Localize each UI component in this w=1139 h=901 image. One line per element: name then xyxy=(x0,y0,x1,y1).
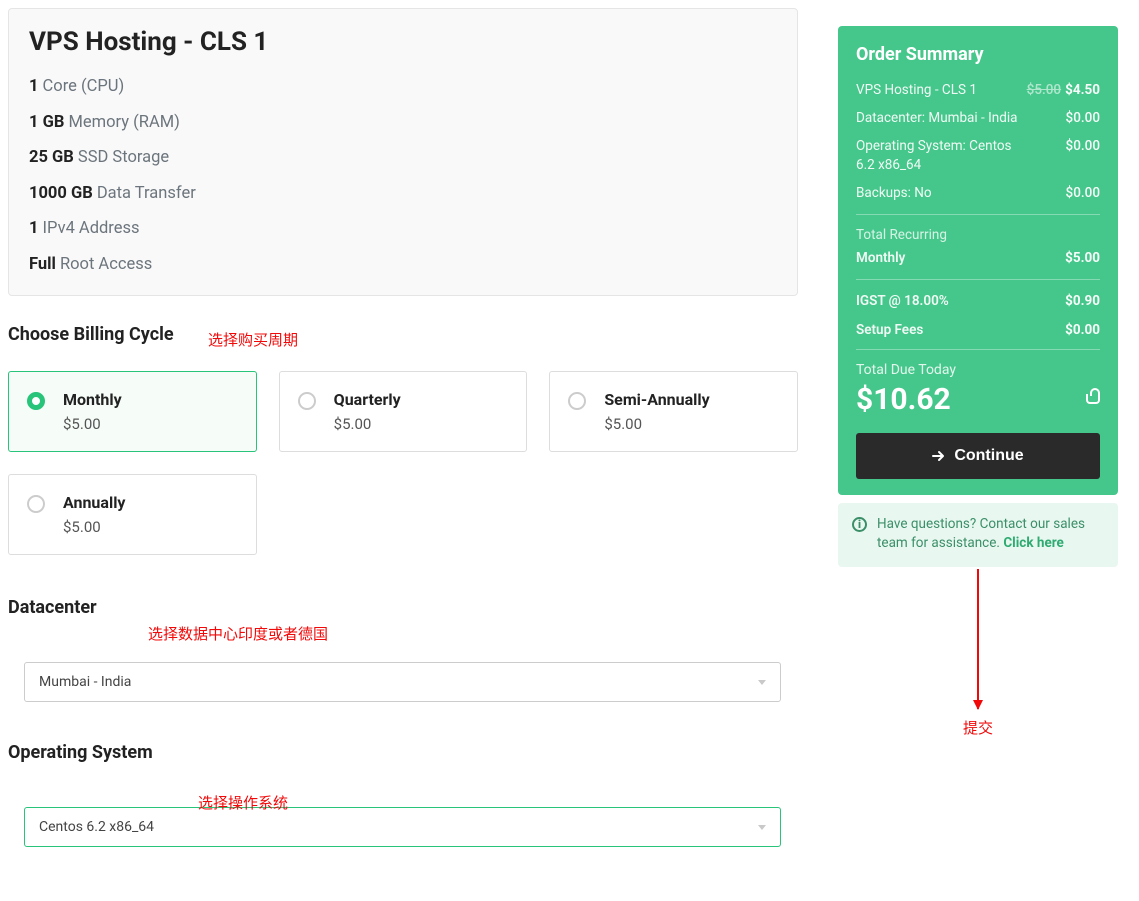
billing-option-price: $5.00 xyxy=(334,415,509,433)
setup-label: Setup Fees xyxy=(856,321,923,339)
note-text: Have questions? Contact our sales team f… xyxy=(877,515,1104,553)
spec-label: IPv4 Address xyxy=(38,219,139,238)
contact-sales-link[interactable]: Click here xyxy=(1003,535,1064,551)
os-select[interactable]: Centos 6.2 x86_64 xyxy=(24,807,781,847)
annotation-datacenter: 选择数据中心印度或者德国 xyxy=(148,623,328,644)
radio-icon xyxy=(298,392,316,410)
os-title-text: Operating System xyxy=(8,742,153,763)
summary-item-price: $0.00 xyxy=(1066,137,1100,173)
annotation-submit: 提交 xyxy=(838,717,1118,738)
summary-line-os: Operating System: Centos 6.2 x86_64 $0.0… xyxy=(856,137,1100,173)
summary-item-label: Backups: No xyxy=(856,184,932,202)
tax-label: IGST @ 18.00% xyxy=(856,292,949,310)
billing-option-annually[interactable]: Annually $5.00 xyxy=(8,474,257,555)
summary-item-price: $0.00 xyxy=(1066,109,1100,127)
datacenter-title: Datacenter 选择数据中心印度或者德国 xyxy=(8,597,798,618)
annotation-os: 选择操作系统 xyxy=(198,792,288,813)
radio-icon xyxy=(27,392,45,410)
radio-icon xyxy=(568,392,586,410)
spec-label: Data Transfer xyxy=(93,184,196,203)
spec-value: Full xyxy=(29,255,56,274)
billing-option-price: $5.00 xyxy=(63,415,238,433)
spec-value: 1 GB xyxy=(29,113,64,132)
spec-label: Core (CPU) xyxy=(38,77,124,96)
summary-item-label: VPS Hosting - CLS 1 xyxy=(856,81,977,99)
billing-cycle-options: Monthly $5.00 Quarterly $5.00 Semi-Annua… xyxy=(8,371,798,555)
billing-option-price: $5.00 xyxy=(63,518,238,536)
product-spec-list: 1 Core (CPU) 1 GB Memory (RAM) 25 GB SSD… xyxy=(29,79,777,273)
annotation-billing: 选择购买周期 xyxy=(208,329,298,350)
spec-label: Root Access xyxy=(56,255,152,274)
contact-sales-note: i Have questions? Contact our sales team… xyxy=(838,503,1118,567)
product-card: VPS Hosting - CLS 1 1 Core (CPU) 1 GB Me… xyxy=(8,8,798,296)
continue-button-label: Continue xyxy=(954,447,1023,465)
summary-item-price: $0.00 xyxy=(1066,184,1100,202)
billing-option-monthly[interactable]: Monthly $5.00 xyxy=(8,371,257,452)
billing-cycle-title-text: Choose Billing Cycle xyxy=(8,324,174,345)
datacenter-select-value: Mumbai - India xyxy=(39,674,131,690)
order-summary-card: Order Summary VPS Hosting - CLS 1 $5.00$… xyxy=(838,26,1118,495)
os-select-value: Centos 6.2 x86_64 xyxy=(39,819,154,835)
info-icon: i xyxy=(852,517,867,532)
billing-option-label: Quarterly xyxy=(334,390,509,409)
continue-button[interactable]: Continue xyxy=(856,433,1100,479)
product-title: VPS Hosting - CLS 1 xyxy=(29,27,777,57)
spec-label: SSD Storage xyxy=(74,148,169,167)
summary-item-label: Operating System: Centos 6.2 x86_64 xyxy=(856,137,1026,173)
summary-line-tax: IGST @ 18.00% $0.90 xyxy=(856,292,1100,310)
tax-amount: $0.90 xyxy=(1065,292,1100,310)
arrow-right-icon xyxy=(932,450,946,462)
summary-item-price: $5.00$4.50 xyxy=(1027,81,1100,99)
spec-value: 25 GB xyxy=(29,148,74,167)
datacenter-title-text: Datacenter xyxy=(8,597,97,618)
order-summary-title: Order Summary xyxy=(856,44,1100,65)
summary-line-backups: Backups: No $0.00 xyxy=(856,184,1100,202)
summary-line-recurring: Monthly $5.00 xyxy=(856,249,1100,267)
billing-cycle-title: Choose Billing Cycle 选择购买周期 xyxy=(8,324,798,345)
datacenter-select[interactable]: Mumbai - India xyxy=(24,662,781,702)
total-due-row: $10.62 xyxy=(856,382,1100,417)
radio-icon xyxy=(27,495,45,513)
cart-icon xyxy=(1086,394,1100,404)
billing-option-label: Semi-Annually xyxy=(604,390,779,409)
summary-line-datacenter: Datacenter: Mumbai - India $0.00 xyxy=(856,109,1100,127)
os-title: Operating System 选择操作系统 xyxy=(8,742,798,763)
billing-option-label: Annually xyxy=(63,493,238,512)
spec-label: Memory (RAM) xyxy=(64,113,180,132)
recurring-amount: $5.00 xyxy=(1065,249,1100,267)
summary-discount-price: $4.50 xyxy=(1065,82,1100,98)
spec-value: 1000 GB xyxy=(29,184,93,203)
recurring-cycle: Monthly xyxy=(856,249,905,267)
setup-amount: $0.00 xyxy=(1065,321,1100,339)
summary-divider xyxy=(856,279,1100,280)
summary-line-product: VPS Hosting - CLS 1 $5.00$4.50 xyxy=(856,81,1100,99)
annotation-arrow-down xyxy=(977,569,979,709)
billing-option-quarterly[interactable]: Quarterly $5.00 xyxy=(279,371,528,452)
summary-divider xyxy=(856,214,1100,215)
billing-option-price: $5.00 xyxy=(604,415,779,433)
summary-divider xyxy=(856,349,1100,350)
summary-line-setup: Setup Fees $0.00 xyxy=(856,321,1100,339)
total-due-amount: $10.62 xyxy=(856,382,951,417)
summary-item-label: Datacenter: Mumbai - India xyxy=(856,109,1017,127)
billing-option-label: Monthly xyxy=(63,390,238,409)
chevron-down-icon xyxy=(758,680,766,685)
chevron-down-icon xyxy=(758,825,766,830)
billing-option-semi-annually[interactable]: Semi-Annually $5.00 xyxy=(549,371,798,452)
total-due-label: Total Due Today xyxy=(856,362,1100,378)
summary-original-price: $5.00 xyxy=(1027,82,1061,98)
recurring-label: Total Recurring xyxy=(856,227,1100,243)
